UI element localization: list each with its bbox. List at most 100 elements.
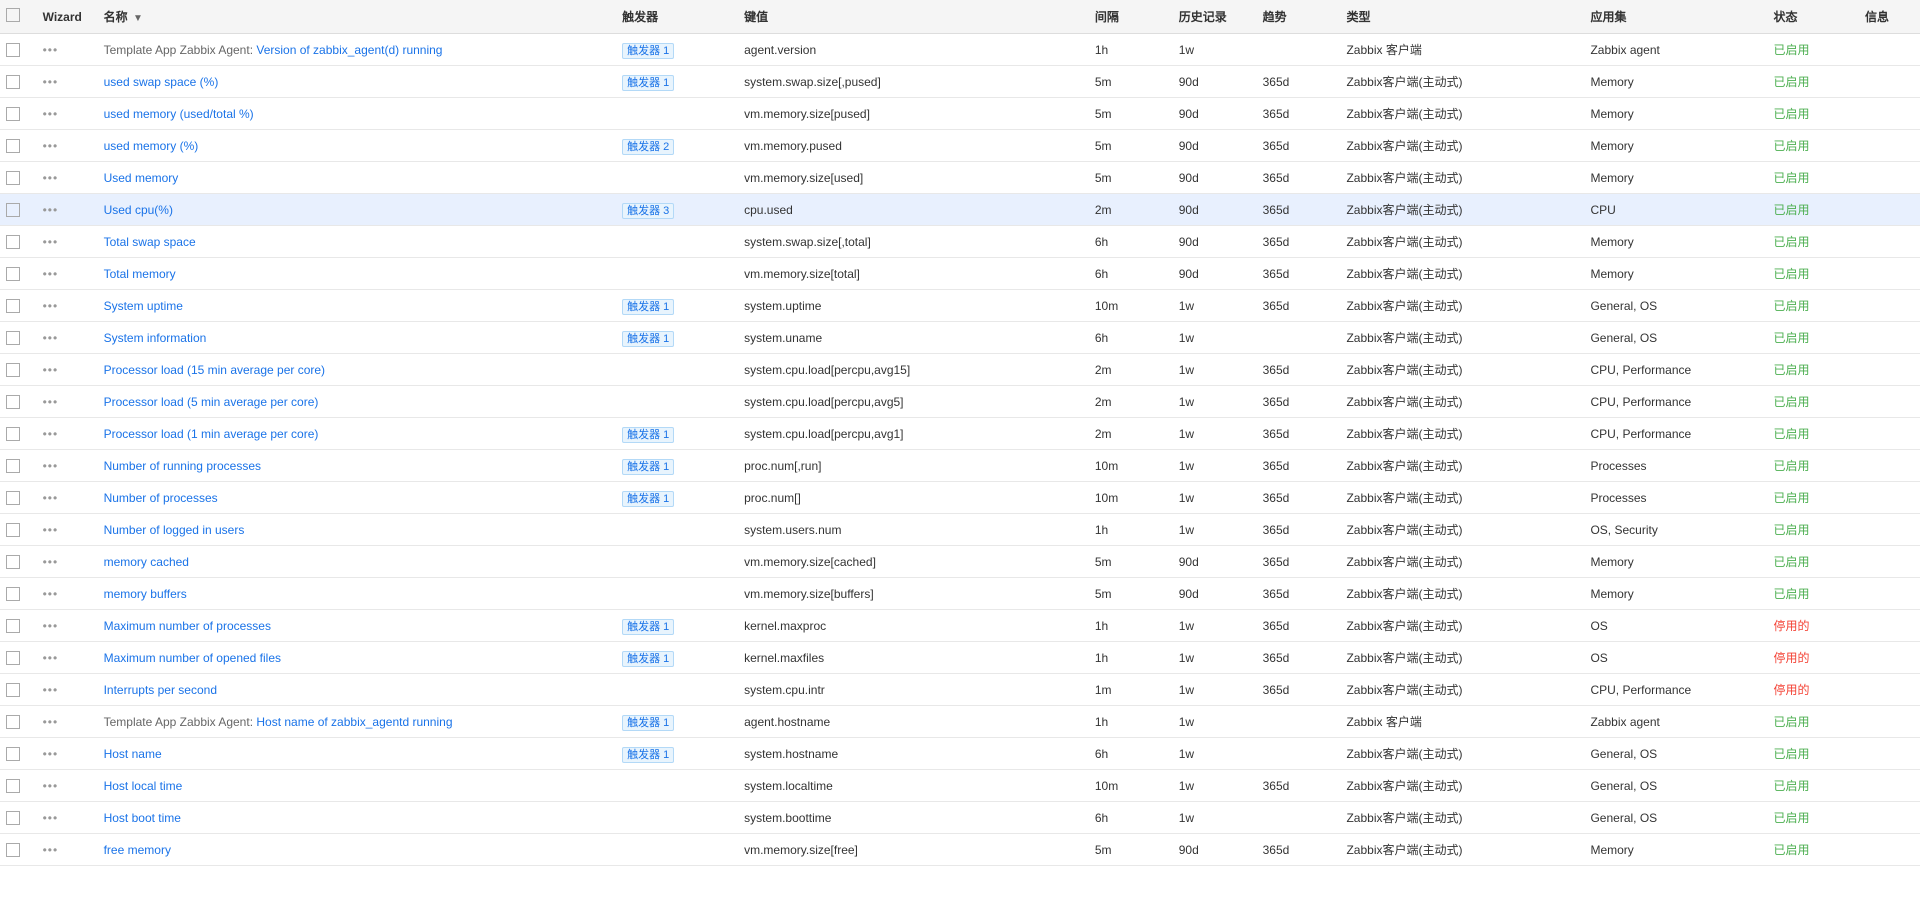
- header-name[interactable]: 名称 ▼: [98, 0, 617, 34]
- row-name-link[interactable]: Template App Zabbix Agent: Version of za…: [104, 43, 443, 57]
- row-name-link[interactable]: Number of logged in users: [104, 523, 245, 537]
- trigger-badge[interactable]: 触发器 1: [622, 427, 674, 443]
- row-wizard-dots[interactable]: •••: [43, 427, 59, 441]
- row-checkbox[interactable]: [6, 107, 20, 121]
- status-badge[interactable]: 已启用: [1773, 139, 1809, 153]
- trigger-badge[interactable]: 触发器 1: [622, 491, 674, 507]
- status-badge[interactable]: 已启用: [1773, 299, 1809, 313]
- row-name-link[interactable]: System information: [104, 331, 207, 345]
- row-name-link[interactable]: used memory (used/total %): [104, 107, 254, 121]
- row-name-link[interactable]: Number of running processes: [104, 459, 261, 473]
- row-checkbox[interactable]: [6, 843, 20, 857]
- row-checkbox[interactable]: [6, 683, 20, 697]
- row-checkbox[interactable]: [6, 235, 20, 249]
- row-wizard-dots[interactable]: •••: [43, 363, 59, 377]
- trigger-badge[interactable]: 触发器 1: [622, 619, 674, 635]
- row-wizard-dots[interactable]: •••: [43, 203, 59, 217]
- row-checkbox[interactable]: [6, 203, 20, 217]
- status-badge[interactable]: 已启用: [1773, 843, 1809, 857]
- row-name-link[interactable]: Host local time: [104, 779, 183, 793]
- status-badge[interactable]: 已启用: [1773, 107, 1809, 121]
- row-wizard-dots[interactable]: •••: [43, 75, 59, 89]
- row-checkbox[interactable]: [6, 267, 20, 281]
- trigger-badge[interactable]: 触发器 1: [622, 651, 674, 667]
- row-wizard-dots[interactable]: •••: [43, 843, 59, 857]
- row-checkbox[interactable]: [6, 427, 20, 441]
- trigger-badge[interactable]: 触发器 1: [622, 299, 674, 315]
- row-checkbox[interactable]: [6, 619, 20, 633]
- row-wizard-dots[interactable]: •••: [43, 747, 59, 761]
- row-name-link[interactable]: Maximum number of processes: [104, 619, 271, 633]
- status-badge[interactable]: 已启用: [1773, 331, 1809, 345]
- row-name-link[interactable]: used memory (%): [104, 139, 199, 153]
- row-checkbox[interactable]: [6, 747, 20, 761]
- row-checkbox[interactable]: [6, 299, 20, 313]
- status-badge[interactable]: 已启用: [1773, 43, 1809, 57]
- status-badge[interactable]: 已启用: [1773, 75, 1809, 89]
- row-checkbox[interactable]: [6, 459, 20, 473]
- trigger-badge[interactable]: 触发器 1: [622, 459, 674, 475]
- table-scroll-container[interactable]: Wizard 名称 ▼ 触发器 键值 间隔: [0, 0, 1920, 903]
- trigger-badge[interactable]: 触发器 1: [622, 75, 674, 91]
- row-wizard-dots[interactable]: •••: [43, 395, 59, 409]
- row-name-link[interactable]: Host name: [104, 747, 162, 761]
- row-name-link[interactable]: used swap space (%): [104, 75, 219, 89]
- status-badge[interactable]: 已启用: [1773, 203, 1809, 217]
- row-checkbox[interactable]: [6, 715, 20, 729]
- row-wizard-dots[interactable]: •••: [43, 267, 59, 281]
- row-checkbox[interactable]: [6, 779, 20, 793]
- row-checkbox[interactable]: [6, 651, 20, 665]
- row-wizard-dots[interactable]: •••: [43, 171, 59, 185]
- row-wizard-dots[interactable]: •••: [43, 459, 59, 473]
- row-checkbox[interactable]: [6, 395, 20, 409]
- row-checkbox[interactable]: [6, 43, 20, 57]
- row-wizard-dots[interactable]: •••: [43, 651, 59, 665]
- trigger-badge[interactable]: 触发器 1: [622, 747, 674, 763]
- row-name-link[interactable]: Interrupts per second: [104, 683, 217, 697]
- status-badge[interactable]: 已启用: [1773, 395, 1809, 409]
- row-name-link[interactable]: memory buffers: [104, 587, 187, 601]
- row-checkbox[interactable]: [6, 811, 20, 825]
- row-name-link[interactable]: Used memory: [104, 171, 179, 185]
- row-checkbox[interactable]: [6, 587, 20, 601]
- row-name-link[interactable]: Maximum number of opened files: [104, 651, 281, 665]
- row-wizard-dots[interactable]: •••: [43, 107, 59, 121]
- row-checkbox[interactable]: [6, 331, 20, 345]
- row-wizard-dots[interactable]: •••: [43, 139, 59, 153]
- row-name-link[interactable]: Total memory: [104, 267, 176, 281]
- row-wizard-dots[interactable]: •••: [43, 779, 59, 793]
- row-wizard-dots[interactable]: •••: [43, 555, 59, 569]
- row-checkbox[interactable]: [6, 491, 20, 505]
- status-badge[interactable]: 已启用: [1773, 747, 1809, 761]
- row-checkbox[interactable]: [6, 75, 20, 89]
- row-name-link[interactable]: memory cached: [104, 555, 189, 569]
- status-badge[interactable]: 已启用: [1773, 523, 1809, 537]
- row-checkbox[interactable]: [6, 555, 20, 569]
- row-wizard-dots[interactable]: •••: [43, 299, 59, 313]
- status-badge[interactable]: 已启用: [1773, 555, 1809, 569]
- status-badge[interactable]: 已启用: [1773, 171, 1809, 185]
- status-badge[interactable]: 已启用: [1773, 491, 1809, 505]
- row-name-link[interactable]: Processor load (15 min average per core): [104, 363, 325, 377]
- status-badge[interactable]: 已启用: [1773, 715, 1809, 729]
- row-wizard-dots[interactable]: •••: [43, 43, 59, 57]
- trigger-badge[interactable]: 触发器 2: [622, 139, 674, 155]
- status-badge[interactable]: 已启用: [1773, 427, 1809, 441]
- row-checkbox[interactable]: [6, 139, 20, 153]
- row-name-link[interactable]: System uptime: [104, 299, 183, 313]
- row-name-link[interactable]: Processor load (1 min average per core): [104, 427, 319, 441]
- row-wizard-dots[interactable]: •••: [43, 235, 59, 249]
- trigger-badge[interactable]: 触发器 3: [622, 203, 674, 219]
- select-all-checkbox[interactable]: [6, 8, 20, 22]
- trigger-badge[interactable]: 触发器 1: [622, 43, 674, 59]
- row-name-link[interactable]: Template App Zabbix Agent: Host name of …: [104, 715, 453, 729]
- row-wizard-dots[interactable]: •••: [43, 523, 59, 537]
- row-checkbox[interactable]: [6, 523, 20, 537]
- row-name-link[interactable]: Processor load (5 min average per core): [104, 395, 319, 409]
- status-badge[interactable]: 已启用: [1773, 587, 1809, 601]
- status-badge[interactable]: 已启用: [1773, 779, 1809, 793]
- row-wizard-dots[interactable]: •••: [43, 587, 59, 601]
- row-checkbox[interactable]: [6, 363, 20, 377]
- row-checkbox[interactable]: [6, 171, 20, 185]
- row-name-link[interactable]: Total swap space: [104, 235, 196, 249]
